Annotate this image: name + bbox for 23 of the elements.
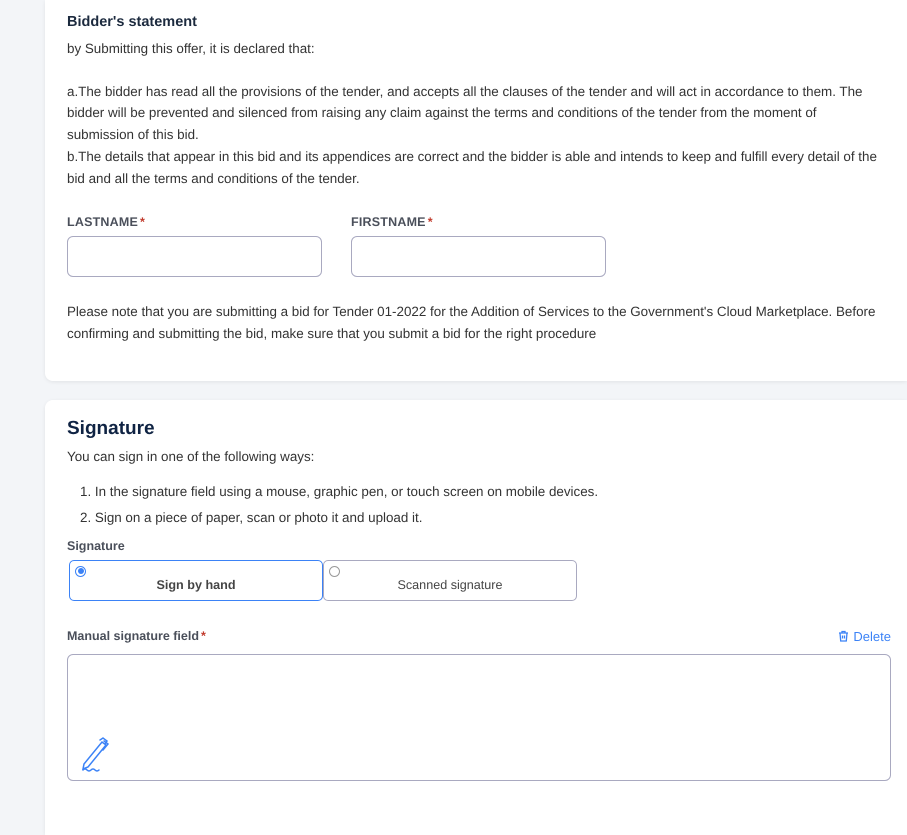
section-title: Signature	[67, 418, 156, 440]
required-mark: *	[428, 215, 433, 230]
input-field[interactable]	[351, 236, 606, 278]
step-text: 2. Sign on a piece of paper, scan or photo it and upload it.	[80, 509, 424, 528]
clause-text: a.The bidder has read all the provisions of the tender, and accepts all the clauses of the tender and will act in accordance to them. The bidder will be prevented and silenced from raising any claim against the terms and conditions of the tender from the moment of submission of this bid.	[67, 82, 864, 144]
input-field[interactable]	[67, 236, 322, 278]
step-text: 1. In the signature field using a mouse, graphic pen, or touch screen on mobile devices.	[80, 483, 600, 502]
required-mark: *	[200, 629, 206, 644]
signature-pad[interactable]	[67, 654, 891, 781]
field-label: FIRSTNAME *	[351, 215, 434, 230]
radio-option[interactable]: Scanned signature	[323, 560, 577, 601]
field-label: Manual signature field *	[67, 629, 206, 644]
field-label: LASTNAME *	[67, 215, 146, 230]
note-text: Please note that you are submitting a bid for Tender 01-2022 for the Addition of Services to the Government's Cloud Marketplace. Before confirming and submitting the bid, make sure that you submit a bid for the right procedure	[67, 303, 876, 343]
delete-button[interactable]: Delete	[838, 628, 891, 644]
intro-text: You can sign in one of the following ways:	[67, 448, 316, 466]
clause-text: b.The details that appear in this bid and its appendices are correct and the bidder is able and intends to keep and fulfill every detail of the bid and all the terms and conditions of the tender.	[67, 148, 878, 188]
section-title: Bidder's statement	[67, 14, 198, 30]
radio-option[interactable]: Sign by hand	[69, 560, 323, 601]
intro-text: by Submitting this offer, it is declared that:	[67, 40, 316, 58]
field-label: Signature	[67, 538, 126, 553]
required-mark: *	[140, 215, 146, 230]
trash-icon	[838, 630, 850, 642]
